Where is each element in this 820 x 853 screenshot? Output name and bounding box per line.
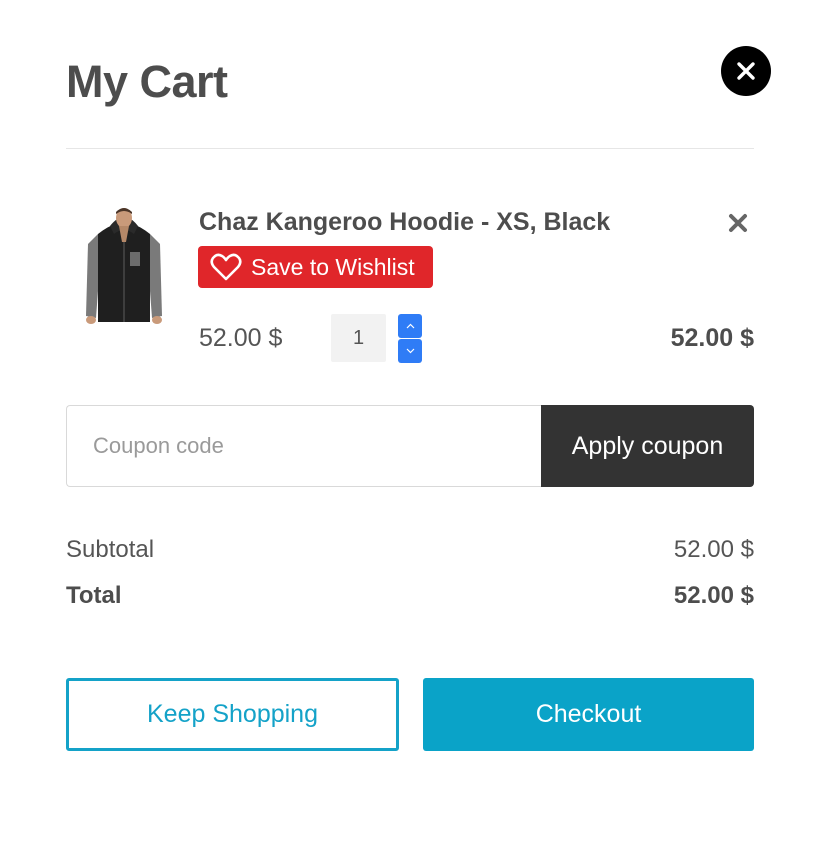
- cart-panel: My Cart Chaz Kangeroo Hoodie - XS, Black: [0, 0, 820, 853]
- quantity-input[interactable]: [331, 314, 386, 362]
- close-cart-button[interactable]: [721, 46, 771, 96]
- coupon-code-input[interactable]: [66, 405, 542, 487]
- heart-outline-icon: [210, 253, 242, 281]
- remove-item-button[interactable]: [726, 211, 750, 235]
- hoodie-product-image[interactable]: [84, 204, 164, 326]
- unit-price: 52.00 $: [199, 324, 283, 352]
- close-icon: [737, 62, 755, 80]
- save-to-wishlist-button[interactable]: Save to Wishlist: [198, 246, 433, 288]
- apply-coupon-button[interactable]: Apply coupon: [541, 405, 754, 487]
- quantity-increment-button[interactable]: [398, 314, 422, 338]
- remove-x-icon: [729, 214, 747, 232]
- subtotal-value: 52.00 $: [673, 536, 754, 563]
- chevron-up-icon: [406, 323, 414, 329]
- page-title: My Cart: [66, 56, 228, 107]
- line-total: 52.00 $: [670, 324, 754, 352]
- checkout-button[interactable]: Checkout: [423, 678, 754, 751]
- wishlist-label: Save to Wishlist: [251, 253, 415, 280]
- quantity-stepper: [398, 314, 422, 363]
- keep-shopping-button[interactable]: Keep Shopping: [66, 678, 399, 751]
- total-value: 52.00 $: [673, 582, 754, 609]
- product-name[interactable]: Chaz Kangeroo Hoodie - XS, Black: [199, 206, 610, 238]
- chevron-down-icon: [406, 348, 414, 354]
- total-label: Total: [66, 582, 122, 609]
- subtotal-label: Subtotal: [66, 536, 155, 563]
- header-divider: [66, 148, 754, 149]
- quantity-decrement-button[interactable]: [398, 339, 422, 363]
